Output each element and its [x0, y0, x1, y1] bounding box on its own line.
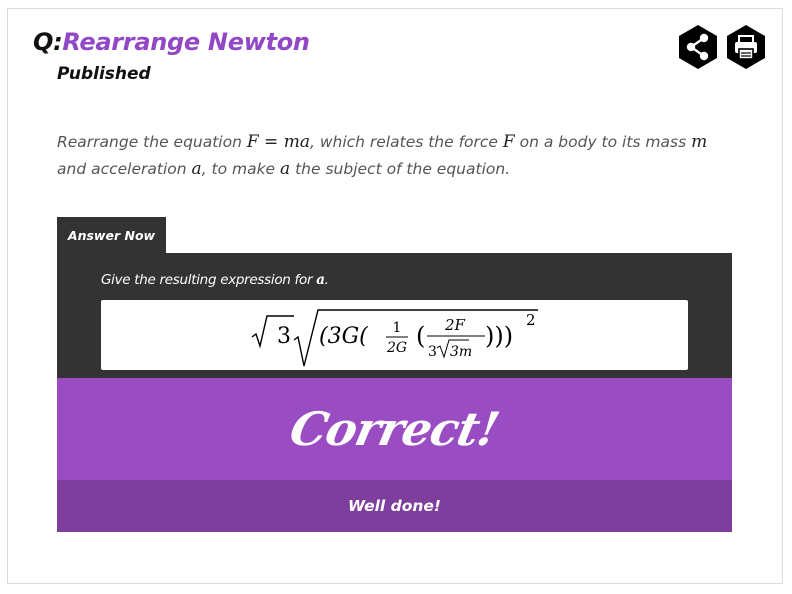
fraction2-den-coef: 3	[428, 344, 437, 360]
fraction1-numerator: 1	[393, 320, 402, 336]
question-name: Rearrange Newton	[62, 28, 310, 56]
correct-status: Correct!	[285, 402, 504, 456]
feedback-bar: Well done!	[57, 480, 732, 532]
print-icon	[727, 25, 765, 69]
print-button[interactable]	[725, 24, 767, 70]
expression-close: )))	[485, 322, 513, 350]
answer-prompt-text: Give the resulting expression for	[101, 272, 317, 288]
var-mass: m	[691, 132, 708, 152]
fraction2-den-radicand: 3m	[450, 344, 472, 360]
answer-expression-field[interactable]: 3 (3G( 1 2G ( 2F 3 3m ))) 2	[101, 300, 688, 370]
question-prefix: Q:	[33, 28, 63, 56]
answer-expression: 3 (3G( 1 2G ( 2F 3 3m ))) 2	[251, 309, 538, 367]
question-title: Q:Rearrange Newton	[33, 28, 310, 56]
expression-open: (3G(	[319, 324, 368, 349]
publish-status: Published	[57, 64, 151, 84]
fraction2-numerator: 2F	[444, 316, 466, 334]
equation-inline: F = ma	[246, 132, 310, 152]
tab-answer-now[interactable]: Answer Now	[57, 217, 166, 254]
outer-coefficient: 3	[277, 324, 291, 349]
var-force: F	[502, 132, 515, 152]
question-text-part: on a body to its mass	[514, 133, 692, 151]
open-paren: (	[416, 322, 425, 350]
expression-exponent: 2	[526, 311, 536, 329]
question-text-part: , to make	[201, 160, 281, 178]
var-acceleration: a	[191, 159, 202, 179]
fraction1-denominator: 2G	[386, 340, 407, 356]
answer-prompt-end: .	[324, 272, 329, 288]
var-acceleration: a	[280, 159, 291, 179]
answer-prompt-var: a	[316, 272, 325, 288]
share-button[interactable]	[677, 24, 719, 70]
answer-panel: Give the resulting expression for a. 3 (…	[57, 253, 732, 378]
correct-banner: Correct!	[57, 378, 732, 480]
question-text-part: the subject of the equation.	[290, 160, 511, 178]
question-text-part: and acceleration	[57, 160, 192, 178]
question-text: Rearrange the equation F = ma, which rel…	[57, 129, 747, 183]
answer-prompt: Give the resulting expression for a.	[101, 272, 329, 288]
question-text-part: Rearrange the equation	[57, 133, 247, 151]
share-icon	[679, 25, 717, 69]
question-text-part: , which relates the force	[309, 133, 503, 151]
feedback-message: Well done!	[348, 497, 441, 515]
